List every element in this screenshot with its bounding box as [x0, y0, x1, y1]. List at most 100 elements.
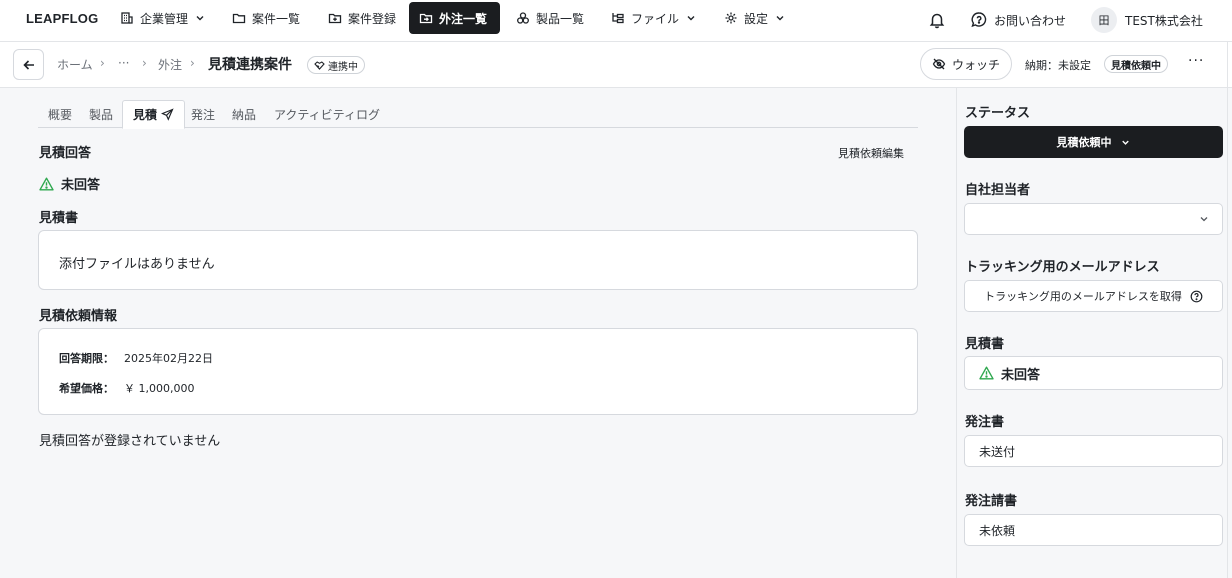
status-title: ステータス — [965, 106, 1031, 121]
watch-button[interactable]: ウォッチ — [920, 48, 1012, 80]
link-status-badge: 連携中 — [307, 56, 365, 74]
nav-label: 製品一覧 — [536, 11, 585, 26]
tab-quote[interactable]: 見積 — [122, 100, 186, 129]
order-ack-status-label: 未依頼 — [979, 523, 1016, 538]
attachments-card: 添付ファイルはありません — [38, 230, 918, 290]
more-options-button[interactable]: ··· — [1188, 53, 1204, 69]
desired-price-row: 希望価格： ￥ 1,000,000 — [59, 380, 194, 396]
chevron-down-icon — [774, 12, 786, 24]
tab-overview[interactable]: 概要 — [38, 100, 82, 128]
building-icon — [120, 11, 134, 25]
unanswered-label: 未回答 — [61, 178, 101, 193]
desired-price-value: ￥ 1,000,000 — [124, 382, 195, 395]
watch-label: ウォッチ — [951, 57, 1000, 72]
assignee-select[interactable] — [964, 203, 1223, 235]
nav-label: 案件登録 — [348, 11, 397, 26]
order-doc-title: 発注書 — [965, 415, 1005, 430]
nav-item-companies[interactable]: 企業管理 — [110, 2, 216, 34]
nav-item-settings[interactable]: 設定 — [714, 2, 796, 34]
get-tracking-email-button[interactable]: トラッキング用のメールアドレスを取得 — [964, 280, 1223, 312]
nav-item-outsourcing[interactable]: 外注一覧 — [409, 2, 500, 34]
detail-tabs: 概要 製品 見積 発注 納品 アクティビティログ — [38, 100, 918, 129]
folder-icon — [232, 11, 246, 25]
edit-request-link[interactable]: 見積依頼編集 — [838, 145, 904, 161]
tab-order[interactable]: 発注 — [181, 100, 225, 128]
answer-deadline-value: 2025年02月22日 — [124, 352, 213, 365]
tab-label: 納品 — [232, 107, 257, 122]
tab-delivery[interactable]: 納品 — [222, 100, 266, 128]
request-info-card: 回答期限： 2025年02月22日 希望価格： ￥ 1,000,000 — [38, 328, 918, 415]
tab-label: 概要 — [48, 107, 73, 122]
nav-item-products[interactable]: 製品一覧 — [506, 2, 594, 34]
breadcrumb-separator: › — [190, 56, 195, 70]
order-doc-status: 未送付 — [964, 435, 1223, 467]
no-answer-registered-text: 見積回答が登録されていません — [39, 434, 221, 449]
company-name: TEST株式会社 — [1125, 13, 1203, 28]
warning-icon — [979, 366, 994, 380]
tab-label: 発注 — [191, 107, 216, 122]
company-avatar: 田 — [1091, 7, 1117, 33]
request-info-title: 見積依頼情報 — [39, 309, 118, 324]
nav-label: 設定 — [744, 11, 769, 26]
status-value: 見積依頼中 — [1056, 136, 1112, 149]
tab-label: 製品 — [89, 107, 114, 122]
contact-link[interactable]: お問い合わせ — [970, 6, 1066, 34]
no-attachments-text: 添付ファイルはありません — [59, 257, 215, 272]
status-badge-label: 見積依頼中 — [1111, 60, 1161, 72]
assignee-title: 自社担当者 — [965, 183, 1031, 198]
quote-doc-status-label: 未回答 — [1001, 367, 1041, 383]
handshake-icon — [314, 60, 325, 71]
breadcrumb-home[interactable]: ホーム — [57, 56, 93, 73]
nav-item-files[interactable]: ファイル — [601, 2, 707, 34]
nav-label: ファイル — [631, 11, 680, 26]
folder-plus-icon — [328, 11, 342, 25]
arrow-left-icon — [22, 58, 36, 72]
nav-label: 企業管理 — [140, 11, 189, 26]
page-title: 見積連携案件 — [208, 57, 292, 73]
tab-products[interactable]: 製品 — [79, 100, 123, 128]
notifications-button[interactable] — [928, 6, 946, 34]
nav-label: 外注一覧 — [439, 11, 488, 26]
unanswered-status: 未回答 — [39, 174, 100, 193]
order-ack-status: 未依頼 — [964, 514, 1223, 546]
nav-label: 案件一覧 — [252, 11, 301, 26]
gear-icon — [724, 11, 738, 25]
quote-document-title: 見積書 — [39, 211, 79, 226]
breadcrumb-ellipsis[interactable]: ··· — [118, 56, 129, 70]
company-menu[interactable]: 田 TEST株式会社 — [1091, 6, 1203, 34]
tab-label: アクティビティログ — [274, 107, 380, 122]
chevron-down-icon — [1198, 213, 1210, 225]
nav-item-project-register[interactable]: 案件登録 — [318, 2, 406, 34]
back-button[interactable] — [13, 49, 44, 80]
breadcrumb-separator: › — [100, 56, 105, 70]
order-ack-title: 発注請書 — [965, 494, 1018, 509]
app-logo[interactable]: LEAPFLOG — [26, 11, 98, 26]
chevron-down-icon — [685, 12, 697, 24]
quote-answer-title: 見積回答 — [39, 146, 92, 161]
delivery-deadline: 納期：未設定 — [1025, 59, 1091, 72]
chevron-down-icon — [1120, 137, 1131, 148]
desired-price-key: 希望価格： — [59, 382, 114, 395]
breadcrumb-outsourcing[interactable]: 外注 — [158, 56, 182, 73]
link-status-label: 連携中 — [328, 61, 358, 73]
help-chat-icon — [970, 11, 988, 29]
eye-off-icon — [932, 57, 946, 71]
answer-deadline-key: 回答期限： — [59, 352, 114, 365]
answer-deadline-row: 回答期限： 2025年02月22日 — [59, 350, 213, 366]
bell-icon — [928, 11, 946, 29]
tab-activity-log[interactable]: アクティビティログ — [264, 100, 390, 128]
breadcrumb-separator: › — [142, 56, 147, 70]
help-circle-icon[interactable] — [1190, 290, 1203, 303]
order-doc-status-label: 未送付 — [979, 444, 1016, 459]
right-sidebar: ステータス 見積依頼中 自社担当者 トラッキング用のメールアドレス トラッキング… — [956, 88, 1232, 578]
top-nav: LEAPFLOG 企業管理 案件一覧 案件登録 外注一覧 製品一覧 ファイル 設… — [0, 0, 1232, 42]
tab-label: 見積 — [133, 108, 158, 122]
boxes-icon — [516, 11, 530, 25]
nav-item-projects[interactable]: 案件一覧 — [222, 2, 310, 34]
status-dropdown[interactable]: 見積依頼中 — [964, 126, 1223, 158]
page-edge-divider — [1227, 42, 1228, 578]
status-badge: 見積依頼中 — [1104, 55, 1168, 73]
chevron-down-icon — [194, 12, 206, 24]
tracking-email-title: トラッキング用のメールアドレス — [965, 260, 1160, 275]
warning-icon — [39, 177, 54, 191]
